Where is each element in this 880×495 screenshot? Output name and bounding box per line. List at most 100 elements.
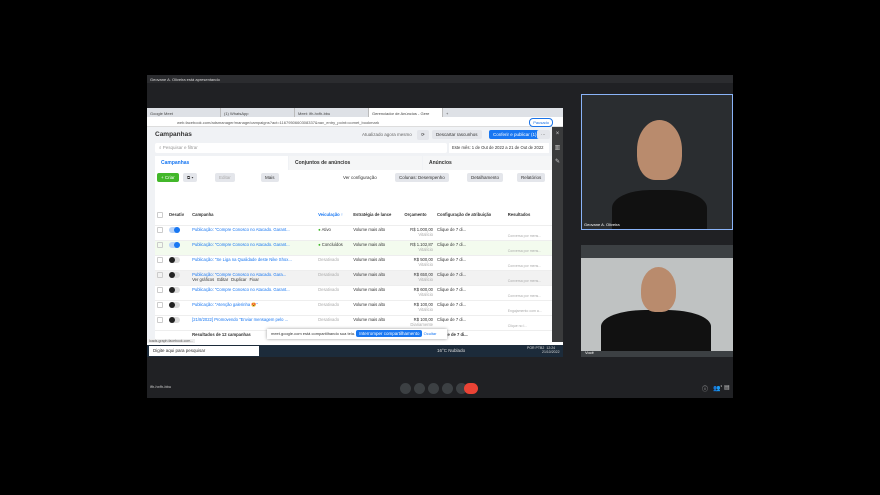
- tab-whatsapp[interactable]: (1) WhatsApp: [221, 108, 295, 117]
- address-bar[interactable]: web.facebook.com/adsmanager/manage/campa…: [147, 117, 563, 127]
- windows-taskbar: Digite aqui para pesquisar 16°C Nublado …: [147, 345, 563, 357]
- taskbar-search[interactable]: Digite aqui para pesquisar: [149, 346, 259, 356]
- table-row[interactable]: Publicação: "Compre Conosco no Atacado. …: [155, 285, 552, 301]
- people-icon[interactable]: 👥3: [713, 384, 722, 392]
- columns-dropdown[interactable]: Colunas: Desempenho: [395, 173, 449, 182]
- weather: 16°C Nublado: [437, 348, 466, 353]
- campaign-name[interactable]: Publicação: "Compre Conosco no Atacado. …: [192, 272, 314, 277]
- column-header[interactable]: Desativ: [167, 211, 191, 226]
- toggle[interactable]: [167, 285, 191, 301]
- row-action[interactable]: Ver gráficos: [192, 277, 214, 282]
- duplicate-button[interactable]: ⧉ ▾: [183, 173, 198, 182]
- reports-dropdown[interactable]: Relatórios: [517, 173, 546, 182]
- toggle[interactable]: [167, 300, 191, 316]
- column-header[interactable]: Orçamento: [402, 211, 435, 226]
- campaign-name[interactable]: Publicação: "Se Liga na Qualidade deste …: [192, 257, 314, 262]
- meeting-code: ifh-hxfh-bbu: [150, 384, 172, 389]
- camera-button[interactable]: [414, 383, 425, 394]
- toolbar: + Criar ⧉ ▾ Editar Mais Ver configuração…: [155, 170, 552, 211]
- column-header[interactable]: Campanha: [190, 211, 317, 226]
- campaign-name[interactable]: Publicação: "Compre Conosco no Atacado. …: [192, 287, 314, 292]
- more-button[interactable]: Mais: [261, 173, 279, 182]
- campaign-name[interactable]: Publicação: "Atenção galerinha 😍": [192, 302, 314, 308]
- column-header[interactable]: Configuração de atribuição: [435, 211, 506, 226]
- attribution: Clique de 7 di...: [435, 315, 506, 331]
- delivery-status: ● Ativo: [316, 225, 352, 241]
- toggle[interactable]: [167, 225, 191, 241]
- row-action[interactable]: Duplicar: [231, 277, 246, 282]
- tab-campaigns[interactable]: Campanhas: [155, 156, 288, 170]
- select-all-checkbox[interactable]: [155, 211, 168, 226]
- results: Conversa por mens...: [505, 285, 552, 301]
- campaign-name[interactable]: Publicação: "Compre Conosco no Atacado. …: [192, 242, 314, 247]
- tab-ads-manager[interactable]: Gerenciador de Anúncios - Gere: [369, 108, 443, 117]
- campaigns-table: Desativ Campanha Veiculação ↑ Estratégia de…: [155, 211, 552, 346]
- tab-ad-sets[interactable]: Conjuntos de anúncios: [289, 156, 422, 170]
- toggle[interactable]: [167, 270, 191, 286]
- table-row[interactable]: Publicação: "Compre Conosco no Atacado. …: [155, 240, 552, 256]
- column-header[interactable]: Estratégia de lance: [351, 211, 403, 226]
- more-options-button[interactable]: ···: [537, 130, 550, 139]
- row-checkbox[interactable]: [155, 240, 168, 256]
- campaign-name[interactable]: [21/8/2022] Promovendo "Enviar mensagem …: [192, 317, 314, 322]
- refresh-button[interactable]: ⟳: [417, 130, 429, 140]
- campaign-name[interactable]: Publicação: "Compre Conosco no Atacado. …: [192, 227, 314, 232]
- info-icon[interactable]: ⓘ: [702, 384, 708, 393]
- bid-strategy: Volume mais alto: [351, 240, 403, 256]
- breakdown-dropdown[interactable]: Detalhamento: [467, 173, 504, 182]
- close-icon[interactable]: ×: [552, 127, 563, 141]
- table-row[interactable]: Publicação: "Se Liga na Qualidade deste …: [155, 255, 552, 271]
- results: Clique no l...: [505, 315, 552, 331]
- new-tab-button[interactable]: +: [443, 108, 457, 117]
- tab-meet[interactable]: Meet: ifh-hxfh-bbu: [295, 108, 369, 117]
- toggle[interactable]: [167, 255, 191, 271]
- tab-google-meet[interactable]: Google Meet: [147, 108, 221, 117]
- column-header[interactable]: Resultados: [505, 211, 552, 226]
- row-checkbox[interactable]: [155, 300, 168, 316]
- chart-icon[interactable]: ▥: [552, 141, 563, 155]
- row-checkbox[interactable]: [155, 285, 168, 301]
- results: Engajamento com a...: [505, 300, 552, 316]
- discard-drafts-button[interactable]: Descartar rascunhos: [432, 130, 482, 139]
- present-button[interactable]: [442, 383, 453, 394]
- toggle[interactable]: [167, 315, 191, 331]
- attribution: Clique de 7 di...: [435, 285, 506, 301]
- table-row[interactable]: Publicação: "Compre Conosco no Atacado. …: [155, 225, 552, 241]
- row-checkbox[interactable]: [155, 270, 168, 286]
- side-panel: × ▥ ✎: [552, 127, 563, 342]
- hide-button[interactable]: Ocultar: [424, 331, 437, 336]
- pencil-icon[interactable]: ✎: [552, 155, 563, 169]
- person-face: [641, 267, 676, 312]
- person-silhouette: [612, 190, 707, 229]
- tab-ads[interactable]: Anúncios: [423, 156, 552, 170]
- date-range-picker[interactable]: Este mês: 1 de Out de 2022 a 21 de Out d…: [449, 143, 549, 153]
- stop-sharing-button[interactable]: Interromper compartilhamento: [356, 330, 423, 337]
- publish-button[interactable]: Conferir e publicar (1): [489, 130, 541, 139]
- search-input[interactable]: ⌕ Pesquisar e filtrar: [155, 143, 447, 153]
- row-action[interactable]: Editar: [217, 277, 228, 282]
- delivery-status: Desativado: [316, 315, 352, 331]
- delivery-status: Desativado: [316, 300, 352, 316]
- row-checkbox[interactable]: [155, 315, 168, 331]
- view-config-toggle[interactable]: Ver configuração: [343, 175, 377, 180]
- end-call-button[interactable]: [464, 383, 478, 394]
- chat-icon[interactable]: ▤: [724, 384, 730, 391]
- clock: 12:24 21/10/2022: [542, 346, 560, 354]
- row-checkbox[interactable]: [155, 225, 168, 241]
- toggle[interactable]: [167, 240, 191, 256]
- mic-button[interactable]: [400, 383, 411, 394]
- edit-button[interactable]: Editar: [215, 173, 235, 182]
- row-checkbox[interactable]: [155, 255, 168, 271]
- table-row[interactable]: Publicação: "Atenção galerinha 😍" Desati…: [155, 300, 552, 316]
- column-header[interactable]: Veiculação ↑: [316, 211, 352, 226]
- url-text: web.facebook.com/adsmanager/manage/campa…: [177, 120, 380, 125]
- profile-button[interactable]: Pausado: [529, 118, 553, 127]
- raise-hand-button[interactable]: [428, 383, 439, 394]
- table-row[interactable]: Publicação: "Compre Conosco no Atacado. …: [155, 270, 552, 286]
- table-row[interactable]: [21/8/2022] Promovendo "Enviar mensagem …: [155, 315, 552, 331]
- budget: R$ 650,00 Vitalício: [402, 270, 435, 286]
- budget: R$ 100,00 Diariamente: [402, 315, 435, 331]
- row-action[interactable]: Fixar: [250, 277, 259, 282]
- page-title: Campanhas: [155, 131, 192, 138]
- create-button[interactable]: + Criar: [157, 173, 179, 182]
